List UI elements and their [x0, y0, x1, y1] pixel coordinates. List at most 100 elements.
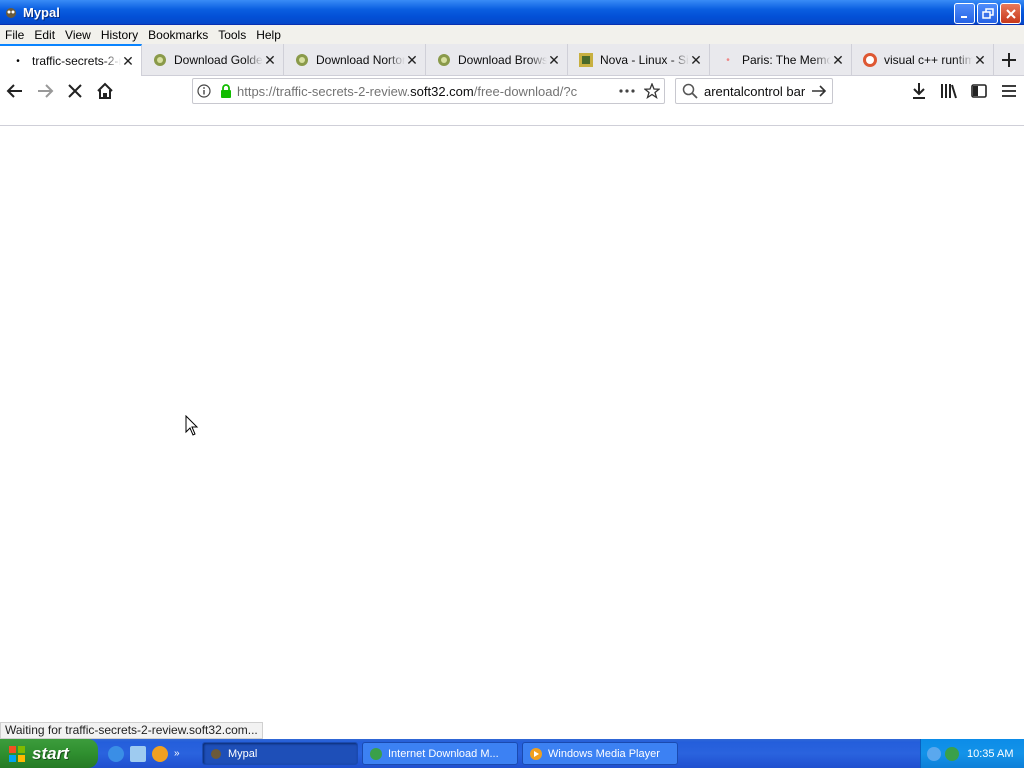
new-tab-button[interactable]	[994, 44, 1024, 75]
download-arrow-icon	[913, 83, 925, 99]
back-button[interactable]	[4, 80, 26, 102]
task-label: Mypal	[228, 747, 258, 760]
search-icon	[676, 83, 704, 99]
chevron-right-icon[interactable]: »	[174, 748, 180, 759]
idm-icon	[369, 747, 383, 761]
close-tab-button[interactable]: ✕	[547, 52, 561, 69]
menu-edit[interactable]: Edit	[29, 28, 60, 42]
close-window-button[interactable]	[1000, 3, 1021, 24]
duckduckgo-icon	[862, 52, 878, 68]
internet-explorer-icon[interactable]	[108, 745, 124, 762]
show-desktop-icon[interactable]	[130, 745, 146, 762]
tab-visual-cpp[interactable]: visual c++ runtime ✕	[852, 44, 994, 76]
menu-history[interactable]: History	[96, 28, 143, 42]
forward-button[interactable]	[34, 80, 56, 102]
info-icon[interactable]	[193, 84, 215, 98]
bookmark-star-button[interactable]	[640, 83, 664, 99]
close-tab-button[interactable]: ✕	[831, 52, 845, 69]
close-tab-button[interactable]: ✕	[121, 53, 135, 70]
close-icon	[1005, 8, 1016, 19]
restore-button[interactable]	[977, 3, 998, 24]
home-button[interactable]	[94, 80, 116, 102]
page-content[interactable]	[0, 125, 1024, 722]
menu-help[interactable]: Help	[251, 28, 286, 42]
soft32-icon	[294, 52, 310, 68]
tab-strip: • traffic-secrets-2-review ✕ Download Go…	[0, 44, 1024, 76]
home-icon	[97, 82, 113, 99]
tab-label: Download Browser	[458, 53, 547, 67]
close-tab-button[interactable]: ✕	[405, 52, 419, 69]
tab-label: traffic-secrets-2-review	[32, 54, 121, 68]
start-label: start	[32, 743, 69, 763]
start-button[interactable]: start	[0, 739, 98, 768]
arrow-right-icon	[812, 85, 827, 97]
tab-download-browser[interactable]: Download Browser ✕	[426, 44, 568, 76]
tab-label: Paris: The Memoir	[742, 53, 831, 67]
media-player-icon	[529, 747, 543, 761]
url-bar[interactable]: https://traffic-secrets-2-review.soft32.…	[192, 78, 665, 104]
menu-bar: File Edit View History Bookmarks Tools H…	[0, 25, 1024, 44]
quick-launch: »	[108, 745, 198, 762]
tab-download-golden[interactable]: Download Golden ✕	[142, 44, 284, 76]
soft32-icon	[436, 52, 452, 68]
task-internet-download-manager[interactable]: Internet Download M...	[362, 742, 518, 765]
minimize-button[interactable]	[954, 3, 975, 24]
tray-collapse-icon[interactable]	[927, 746, 941, 761]
soft32-icon	[152, 52, 168, 68]
star-icon	[644, 83, 660, 99]
media-player-icon[interactable]	[152, 745, 168, 762]
task-windows-media-player[interactable]: Windows Media Player	[522, 742, 678, 765]
status-panel: Waiting for traffic-secrets-2-review.sof…	[0, 722, 263, 739]
menu-button[interactable]	[998, 80, 1020, 102]
search-go-button[interactable]	[808, 84, 830, 98]
taskbar: start » Mypal Internet Download M... Win…	[0, 739, 1024, 768]
task-label: Internet Download M...	[388, 747, 499, 760]
tab-label: visual c++ runtime	[884, 53, 973, 67]
library-icon	[941, 84, 957, 99]
close-tab-button[interactable]: ✕	[973, 52, 987, 69]
url-domain: soft32.com	[410, 83, 474, 99]
close-tab-button[interactable]: ✕	[689, 52, 703, 69]
menu-tools[interactable]: Tools	[213, 28, 251, 42]
tab-traffic-secrets[interactable]: • traffic-secrets-2-review ✕	[0, 44, 142, 76]
mouse-cursor-icon	[185, 414, 199, 440]
menu-bookmarks[interactable]: Bookmarks	[143, 28, 213, 42]
task-label: Windows Media Player	[548, 747, 660, 760]
clock[interactable]: 10:35 AM	[967, 748, 1013, 760]
task-mypal[interactable]: Mypal	[202, 742, 358, 765]
windows-logo-icon	[9, 745, 25, 762]
downloads-button[interactable]	[908, 80, 930, 102]
search-input[interactable]	[704, 83, 808, 99]
close-tab-button[interactable]: ✕	[263, 52, 277, 69]
system-tray: 10:35 AM	[920, 739, 1024, 768]
more-dots-icon	[619, 89, 635, 93]
navigation-toolbar: https://traffic-secrets-2-review.soft32.…	[0, 76, 1024, 106]
lock-icon[interactable]	[215, 84, 237, 98]
mypal-app-icon	[209, 747, 223, 761]
page-actions-button[interactable]	[614, 89, 640, 93]
search-bar[interactable]	[675, 78, 833, 104]
menu-file[interactable]: File	[0, 28, 29, 42]
loading-dot-icon: •	[16, 55, 20, 67]
forward-arrow-icon	[38, 84, 54, 98]
stop-button[interactable]	[64, 80, 86, 102]
minimize-icon	[960, 15, 967, 18]
tab-nova-linux[interactable]: Nova - Linux - Sim ✕	[568, 44, 710, 76]
url-text[interactable]: https://traffic-secrets-2-review.soft32.…	[237, 84, 614, 99]
tab-label: Download Norton	[316, 53, 405, 67]
mypal-app-icon	[3, 4, 19, 20]
tab-download-norton[interactable]: Download Norton ✕	[284, 44, 426, 76]
tab-paris-memoir[interactable]: • Paris: The Memoir ✕	[710, 44, 852, 76]
nova-icon	[578, 52, 594, 68]
sidebar-button[interactable]	[968, 80, 990, 102]
restore-icon	[981, 7, 994, 19]
window-title: Mypal	[23, 4, 60, 20]
tab-label: Nova - Linux - Sim	[600, 53, 689, 67]
menu-view[interactable]: View	[60, 28, 96, 42]
title-bar[interactable]: Mypal	[0, 0, 1024, 25]
hamburger-icon	[1002, 85, 1016, 97]
library-button[interactable]	[938, 80, 960, 102]
url-prefix: https://traffic-secrets-2-review.	[237, 83, 411, 99]
network-icon[interactable]	[945, 746, 959, 761]
sidebar-icon	[971, 84, 987, 98]
